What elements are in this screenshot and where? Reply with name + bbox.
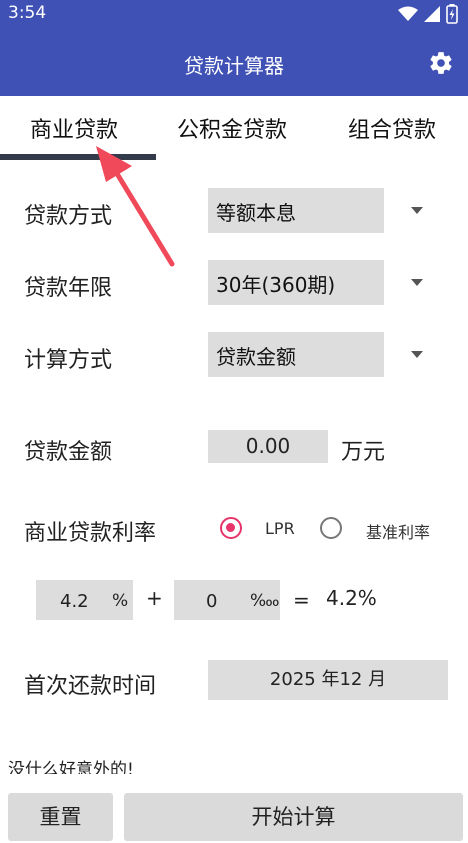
loan-term-select[interactable]: 30年(360期) bbox=[208, 260, 384, 305]
loan-type-tabs: 商业贷款 公积金贷款 组合贷款 bbox=[0, 96, 468, 162]
gear-icon[interactable] bbox=[428, 50, 454, 76]
loan-term-label: 贷款年限 bbox=[24, 276, 113, 301]
loan-term-dropdown-icon[interactable] bbox=[411, 279, 423, 286]
status-bar: 3:54 bbox=[0, 0, 468, 28]
base-rate-input[interactable]: 4.2 % bbox=[36, 580, 133, 620]
rate-adjust-input[interactable]: 0 ‱ bbox=[174, 580, 280, 620]
rate-adjust-value: 0 bbox=[206, 591, 218, 612]
rate-label: 商业贷款利率 bbox=[24, 521, 157, 546]
tab-combined-loan[interactable]: 组合贷款 bbox=[348, 112, 436, 144]
signal-icon bbox=[424, 6, 440, 22]
loan-amount-label: 贷款金额 bbox=[24, 440, 113, 465]
status-icons bbox=[398, 4, 458, 24]
base-rate-unit: % bbox=[112, 591, 129, 611]
rate-adjust-unit: ‱ bbox=[250, 591, 280, 611]
loan-term-value: 30年(360期) bbox=[216, 273, 336, 297]
benchmark-rate-radio-label[interactable]: 基准利率 bbox=[366, 519, 430, 543]
battery-icon bbox=[446, 4, 458, 24]
reset-button[interactable]: 重置 bbox=[8, 793, 113, 841]
calc-method-select[interactable]: 贷款金额 bbox=[208, 332, 384, 377]
start-calculation-button[interactable]: 开始计算 bbox=[124, 793, 463, 841]
loan-method-value: 等额本息 bbox=[216, 201, 296, 225]
app-title: 贷款计算器 bbox=[184, 54, 284, 78]
lpr-radio-label[interactable]: LPR bbox=[265, 519, 295, 538]
rate-result: 4.2% bbox=[326, 586, 377, 610]
calc-method-value: 贷款金额 bbox=[216, 345, 296, 369]
app-bar: 贷款计算器 bbox=[0, 28, 468, 96]
equals-sign: = bbox=[293, 588, 310, 612]
annotation-arrow-icon bbox=[96, 146, 175, 267]
calc-method-label: 计算方式 bbox=[24, 348, 113, 373]
loan-method-dropdown-icon[interactable] bbox=[411, 207, 423, 214]
status-time: 3:54 bbox=[8, 3, 47, 23]
calc-method-dropdown-icon[interactable] bbox=[411, 351, 423, 358]
plus-sign: + bbox=[146, 586, 163, 610]
first-payment-label: 首次还款时间 bbox=[24, 674, 157, 699]
tab-provident-fund-loan[interactable]: 公积金贷款 bbox=[177, 112, 287, 144]
wifi-icon bbox=[398, 6, 418, 21]
base-rate-value: 4.2 bbox=[60, 591, 89, 612]
benchmark-rate-radio[interactable] bbox=[320, 517, 342, 539]
first-payment-date-picker[interactable]: 2025 年12 月 bbox=[208, 660, 448, 700]
slogan-text: 没什么好意外的! bbox=[8, 760, 134, 774]
loan-method-select[interactable]: 等额本息 bbox=[208, 188, 384, 233]
lpr-radio[interactable] bbox=[220, 517, 242, 539]
loan-amount-input[interactable]: 0.00 bbox=[208, 430, 328, 463]
loan-amount-unit: 万元 bbox=[341, 440, 386, 465]
